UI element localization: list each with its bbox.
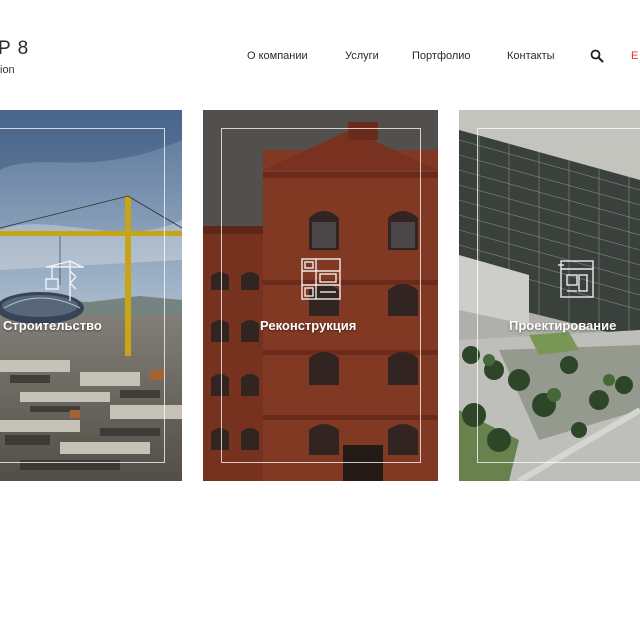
blueprint-icon [557, 257, 597, 306]
nav-item-contacts[interactable]: Контакты [507, 50, 555, 62]
service-card-reconstruction[interactable]: Реконструкция [203, 110, 438, 481]
nav-item-services[interactable]: Услуги [345, 50, 379, 62]
nav-item-portfolio[interactable]: Портфолио [412, 50, 471, 62]
card-label-reconstruction: Реконструкция [260, 318, 357, 333]
building-plan-icon [300, 257, 342, 306]
service-card-design[interactable]: Проектирование [459, 110, 640, 481]
main-nav: О компании Услуги Портфолио Контакты E [0, 49, 640, 66]
card-label-construction: Строительство [3, 318, 102, 333]
language-switch[interactable]: E [631, 50, 638, 62]
design-render [459, 110, 640, 481]
search-icon[interactable] [590, 49, 604, 63]
crane-icon [40, 257, 86, 308]
construction-photo [0, 110, 182, 481]
card-label-design: Проектирование [509, 318, 617, 333]
nav-item-about[interactable]: О компании [247, 50, 308, 62]
service-card-construction[interactable]: Строительство [0, 110, 182, 481]
